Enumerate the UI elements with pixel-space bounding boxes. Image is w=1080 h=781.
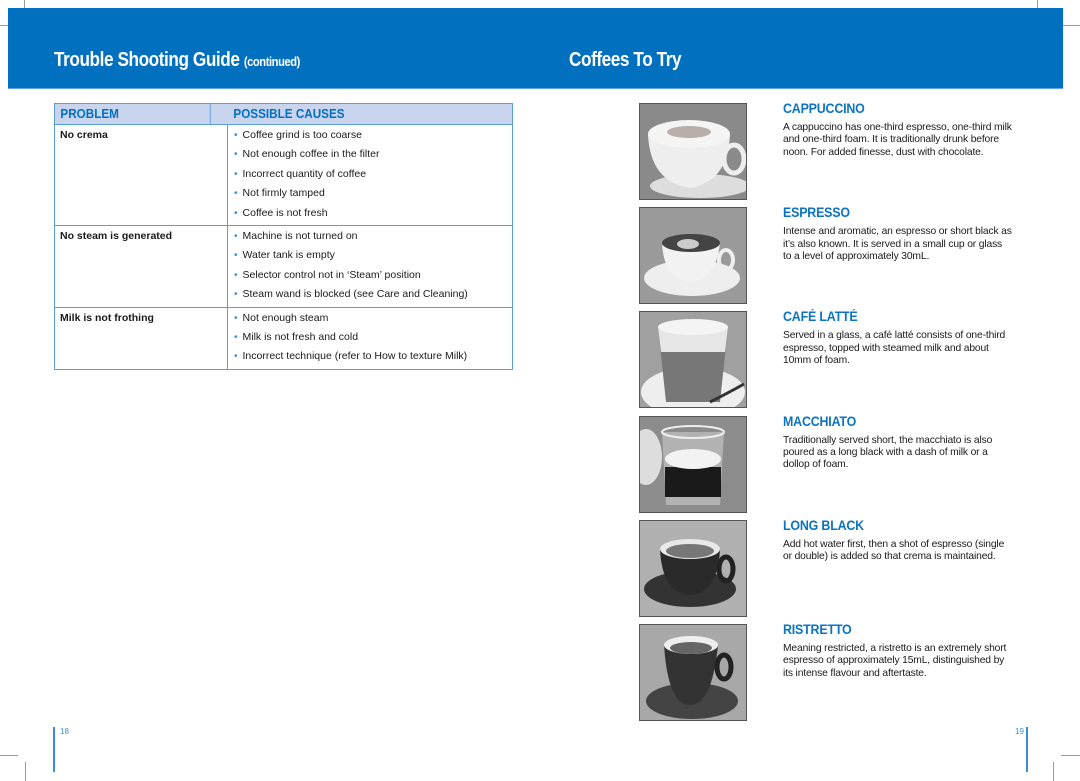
cause-item: • Steam wand is blocked (see Care and Cle… [234, 285, 512, 304]
coffee-item: CAFÉ LATTÉ Served in a glass, a café latt… [783, 309, 1013, 367]
bullet-icon: • [234, 149, 238, 161]
cause-text: Incorrect technique (refer to How to tex… [242, 350, 468, 363]
crop-mark [0, 755, 18, 756]
cause-text: Milk is not fresh and cold [242, 330, 359, 343]
coffee-description: Intense and aromatic, an espresso or sho… [783, 226, 1012, 262]
ristretto-photo [639, 624, 747, 721]
cause-text: Steam wand is blocked (see Care and Clea… [242, 288, 468, 301]
page-number: 19 [1015, 727, 1024, 736]
bullet-icon: • [234, 168, 238, 180]
coffee-description: Traditionally served short, the macchiat… [783, 434, 993, 471]
coffee-description: Meaning restricted, a ristretto is an ex… [783, 643, 1007, 679]
page-number-bar [1026, 727, 1028, 772]
bullet-icon: • [234, 312, 238, 324]
causes-cell: • Machine is not turned on • Water tank is … [228, 226, 512, 307]
cause-item: • Not firmly tamped [234, 184, 512, 203]
long-black-photo [639, 519, 747, 617]
page-number-bar [53, 727, 55, 772]
page-title: Coffees To Try [569, 49, 682, 71]
left-page-header: Trouble Shooting Guide (continued) [8, 8, 540, 89]
coffee-name: RISTRETTO [783, 622, 852, 637]
bullet-icon: • [234, 130, 238, 141]
coffee-item: RISTRETTO Meaning restricted, a ristretto… [783, 622, 1013, 680]
column-header-problem: PROBLEM [55, 104, 211, 124]
crop-mark [1061, 755, 1080, 756]
cause-text: Selector control not in ‘Steam’ position [242, 268, 421, 281]
coffee-name: MACCHIATO [783, 413, 857, 429]
table-row: No steam is generated • Machine is not tur… [55, 225, 512, 308]
column-header-causes: POSSIBLE CAUSES [233, 106, 345, 121]
table-row: Milk is not frothing • Not enough steam • Mi… [55, 307, 512, 369]
causes-cell: • Coffee grind is too coarse • Not enough c… [228, 125, 512, 225]
table-row: No crema • Coffee grind is too coarse • Not … [55, 125, 512, 226]
coffee-item: CAPPUCCINO A cappuccino has one-third esp… [783, 101, 1013, 159]
cause-text: Coffee is not fresh [242, 206, 328, 219]
cafe-latte-photo [639, 311, 747, 409]
cause-item: • Water tank is empty [234, 246, 512, 265]
cause-item: • Coffee is not fresh [234, 204, 512, 223]
cause-text: Incorrect quantity of coffee [242, 167, 367, 180]
coffee-description: Add hot water first, then a shot of espr… [783, 538, 1005, 563]
cause-text: Not enough coffee in the filter [242, 148, 380, 161]
cause-text: Not firmly tamped [242, 187, 325, 200]
cause-item: • Not enough coffee in the filter [234, 145, 512, 164]
cause-item: • Coffee grind is too coarse [234, 126, 512, 145]
coffee-name: LONG BLACK [783, 517, 864, 533]
cause-item: • Incorrect quantity of coffee [234, 165, 512, 184]
page-title: Trouble Shooting Guide (continued) [54, 49, 300, 71]
table-header: PROBLEM POSSIBLE CAUSES [55, 104, 512, 125]
problem-cell: Milk is not frothing [55, 307, 228, 369]
causes-cell: • Not enough steam • Milk is not fresh and … [228, 308, 512, 369]
cause-item: • Selector control not in ‘Steam’ positio… [234, 266, 512, 285]
coffee-description: Served in a glass, a café latté consists… [783, 330, 1006, 367]
coffee-name: ESPRESSO [783, 205, 850, 221]
cause-text: Not enough steam [242, 311, 329, 324]
cause-item: • Incorrect technique (refer to How to te… [234, 347, 512, 366]
cause-item: • Machine is not turned on [234, 227, 512, 246]
cappuccino-photo [639, 103, 747, 200]
coffee-item: ESPRESSO Intense and aromatic, an espress… [783, 205, 1013, 263]
espresso-photo [639, 207, 747, 305]
bullet-icon: • [234, 207, 238, 219]
problem-cell: No crema [55, 125, 228, 225]
crop-mark [1053, 762, 1054, 781]
cause-text: Machine is not turned on [242, 229, 358, 242]
coffee-name: CAPPUCCINO [783, 101, 865, 116]
bullet-icon: • [234, 351, 238, 363]
bullet-icon: • [234, 230, 238, 242]
macchiato-photo [639, 415, 747, 513]
problem-cell: No steam is generated [55, 225, 228, 307]
cause-item: • Not enough steam [234, 309, 512, 328]
bullet-icon: • [234, 289, 238, 301]
cause-item: • Milk is not fresh and cold [234, 328, 512, 347]
cause-text: Coffee grind is too coarse [242, 129, 362, 141]
coffee-name: CAFÉ LATTÉ [783, 309, 858, 325]
cause-text: Water tank is empty [242, 249, 335, 262]
coffee-description: A cappuccino has one-third espresso, one… [783, 122, 1012, 158]
coffee-item: LONG BLACK Add hot water first, then a sh… [783, 518, 1013, 564]
bullet-icon: • [234, 250, 238, 262]
page-number: 18 [60, 727, 69, 736]
troubleshooting-table: PROBLEM POSSIBLE CAUSES No crema • Coffee … [54, 103, 513, 370]
bullet-icon: • [234, 331, 238, 343]
right-page-header: Coffees To Try [540, 8, 1063, 89]
bullet-icon: • [234, 188, 238, 200]
coffee-item: MACCHIATO Traditionally served short, the… [783, 414, 1013, 472]
bullet-icon: • [234, 269, 238, 281]
crop-mark [25, 762, 26, 781]
